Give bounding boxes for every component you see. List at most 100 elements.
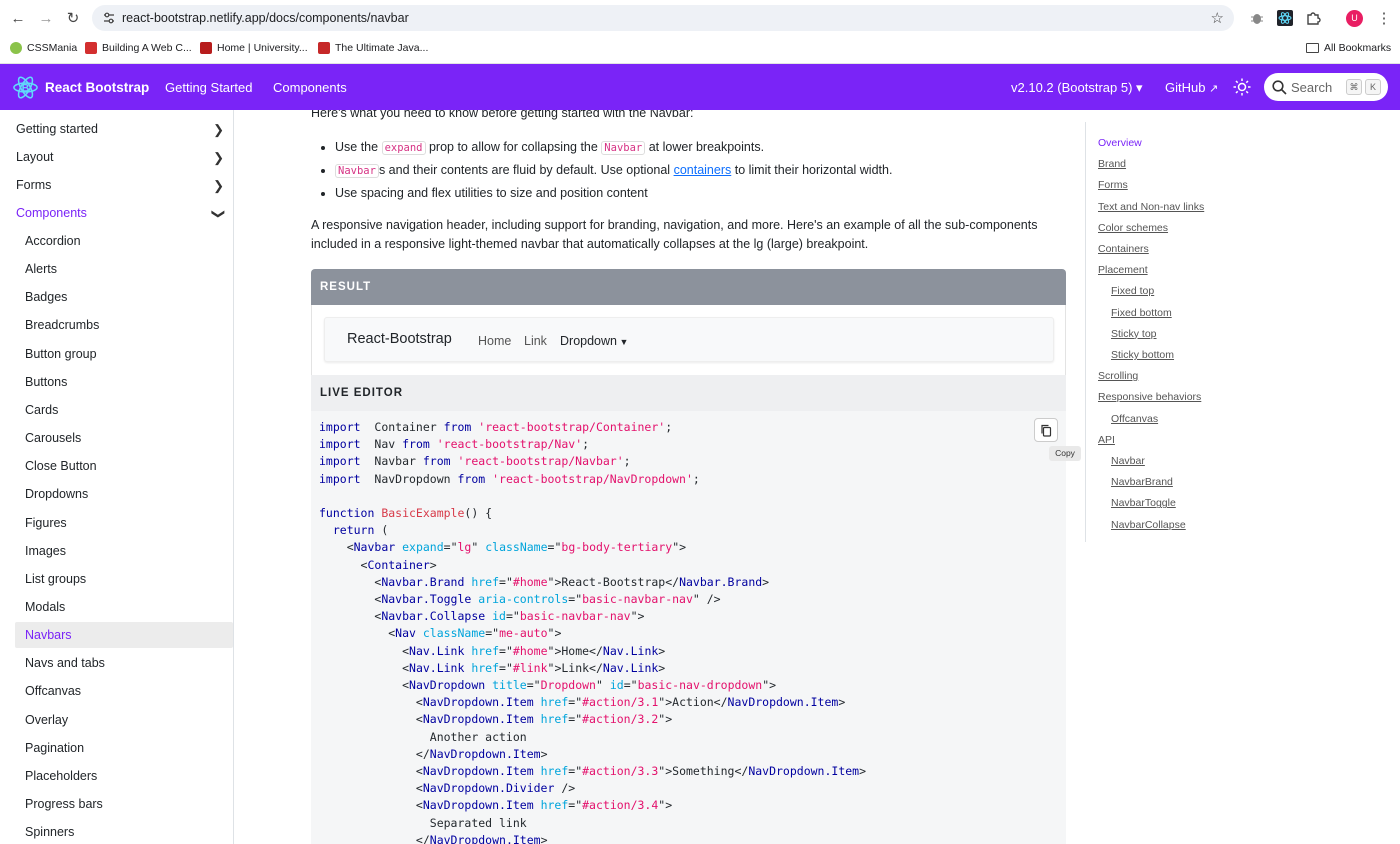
sidebar-item-progress-bars[interactable]: Progress bars [25,797,103,811]
bookmark-item[interactable]: The Ultimate Java... [318,42,428,54]
sidebar-item-list-groups[interactable]: List groups [25,572,86,586]
code-token: Navbar.Collapse [381,609,486,624]
bookmark-star-icon[interactable]: ☆ [1211,9,1224,27]
forward-icon[interactable]: → [36,8,56,28]
sidebar-item-figures[interactable]: Figures [25,516,67,530]
chevron-right-icon: ❯ [213,122,224,137]
sidebar-item-offcanvas[interactable]: Offcanvas [25,684,81,698]
code-block[interactable]: import Container from 'react-bootstrap/C… [319,419,866,844]
browser-menu-icon[interactable]: ⋮ [1374,8,1394,28]
sidebar-section-layout[interactable]: Layout ❯ [16,150,226,165]
site-settings-icon[interactable] [102,11,116,25]
back-icon[interactable]: ← [8,8,28,28]
sidebar-section-components[interactable]: Components ❯ [16,206,227,220]
sidebar-item-images[interactable]: Images [25,544,66,558]
sidebar-item-overlay[interactable]: Overlay [25,713,68,727]
toc-link-navbarcollapse[interactable]: NavbarCollapse [1111,519,1186,531]
extensions-puzzle-icon[interactable] [1305,10,1321,26]
code-token: > [859,764,867,779]
browser-chrome: ← → ↻ react-bootstrap.netlify.app/docs/c… [0,0,1400,64]
sidebar-item-navbars[interactable]: Navbars [25,628,72,642]
theme-toggle-sun-icon[interactable] [1233,78,1251,96]
sidebar-item-carousels[interactable]: Carousels [25,431,81,445]
sidebar-item-button-group[interactable]: Button group [25,347,97,361]
code-token: Nav.Link [602,643,659,658]
sidebar-item-badges[interactable]: Badges [25,290,67,304]
toc-link-color-schemes[interactable]: Color schemes [1098,222,1168,234]
toc-link-fixed-top[interactable]: Fixed top [1111,285,1154,297]
containers-link[interactable]: containers [674,163,732,177]
sidebar-item-close-button[interactable]: Close Button [25,459,97,473]
bookmark-item[interactable]: CSSMania [10,42,77,54]
demo-nav-dropdown[interactable]: Dropdown ▼ [560,334,628,348]
copy-button[interactable] [1034,418,1058,442]
sidebar-item-pagination[interactable]: Pagination [25,741,84,755]
demo-nav-home[interactable]: Home [478,334,511,348]
toc-link-sticky-bottom[interactable]: Sticky bottom [1111,349,1174,361]
code-token: " [595,678,603,693]
bookmark-item[interactable]: Home | University... [200,42,308,54]
sidebar-section-getting-started[interactable]: Getting started ❯ [16,122,226,137]
toc-link-api[interactable]: API [1098,434,1115,446]
extension-bug-icon[interactable] [1249,10,1265,26]
sidebar-item-dropdowns[interactable]: Dropdowns [25,487,88,501]
profile-avatar[interactable]: U [1346,10,1363,27]
sidebar-item-buttons[interactable]: Buttons [25,375,67,389]
toc-link-responsive-behaviors[interactable]: Responsive behaviors [1098,391,1201,403]
code-token: =" [623,678,638,693]
toc-link-containers[interactable]: Containers [1098,243,1149,255]
github-link[interactable]: GitHub ↗ [1165,80,1218,95]
toc-link-sticky-top[interactable]: Sticky top [1111,328,1157,340]
url-text[interactable]: react-bootstrap.netlify.app/docs/compone… [122,11,409,25]
toc-link-fixed-bottom[interactable]: Fixed bottom [1111,307,1172,319]
toc-link-brand[interactable]: Brand [1098,158,1126,170]
sidebar-item-navs-and-tabs[interactable]: Navs and tabs [25,656,105,670]
search-button[interactable]: Search ⌘ K [1264,73,1388,101]
sidebar-item-spinners[interactable]: Spinners [25,825,74,839]
version-dropdown[interactable]: v2.10.2 (Bootstrap 5) ▾ [1011,80,1143,96]
code-token: NavDropdown.Item [422,712,534,727]
sidebar-item-modals[interactable]: Modals [25,600,65,614]
toc-link-scrolling[interactable]: Scrolling [1098,370,1138,382]
code-token: NavDropdown.Item [727,695,839,710]
code-line: function BasicExample() { [319,505,866,522]
toc-link-navbartoggle[interactable]: NavbarToggle [1111,497,1176,509]
toc-link-overview[interactable]: Overview [1098,137,1142,149]
sidebar-item-cards[interactable]: Cards [25,403,58,417]
sidebar-item-breadcrumbs[interactable]: Breadcrumbs [25,318,99,332]
nav-getting-started[interactable]: Getting Started [165,80,252,95]
code-token: < [319,626,396,641]
toc-link-navbarbrand[interactable]: NavbarBrand [1111,476,1173,488]
sidebar-item-placeholders[interactable]: Placeholders [25,769,97,783]
reload-icon[interactable]: ↻ [63,8,83,28]
live-editor[interactable]: import Container from 'react-bootstrap/C… [311,411,1066,844]
toc-link-text-and-non-nav-links[interactable]: Text and Non-nav links [1098,201,1204,213]
code-token: NavDropdown [409,678,486,693]
sidebar-item-alerts[interactable]: Alerts [25,262,57,276]
nav-components[interactable]: Components [273,80,347,95]
code-token: ; [692,471,700,486]
code-token: Navbar.Brand [679,574,763,589]
toc-link-forms[interactable]: Forms [1098,179,1128,191]
toc-link-navbar[interactable]: Navbar [1111,455,1145,467]
address-bar[interactable]: react-bootstrap.netlify.app/docs/compone… [92,5,1234,31]
toc-link-offcanvas[interactable]: Offcanvas [1111,413,1158,425]
site-brand[interactable]: B React Bootstrap [12,74,149,101]
sidebar-section-forms[interactable]: Forms ❯ [16,178,226,193]
bookmark-item[interactable]: Building A Web C... [85,42,192,54]
code-line: <Navbar.Toggle aria-controls="basic-navb… [319,591,866,608]
demo-nav-link[interactable]: Link [524,334,547,348]
code-token: > [429,557,437,572]
code-line: <Navbar.Collapse id="basic-navbar-nav"> [319,608,866,625]
code-token: =" [568,764,583,779]
code-token: Navbar.Toggle [381,592,472,607]
github-label: GitHub [1165,80,1206,95]
react-devtools-icon[interactable] [1277,10,1293,26]
code-token: Nav [395,626,416,641]
code-token: =" [568,798,583,813]
sidebar-item-accordion[interactable]: Accordion [25,234,81,248]
all-bookmarks[interactable]: All Bookmarks [1306,42,1391,54]
toc-link-placement[interactable]: Placement [1098,264,1148,276]
demo-navbar-brand[interactable]: React-Bootstrap [347,331,452,347]
